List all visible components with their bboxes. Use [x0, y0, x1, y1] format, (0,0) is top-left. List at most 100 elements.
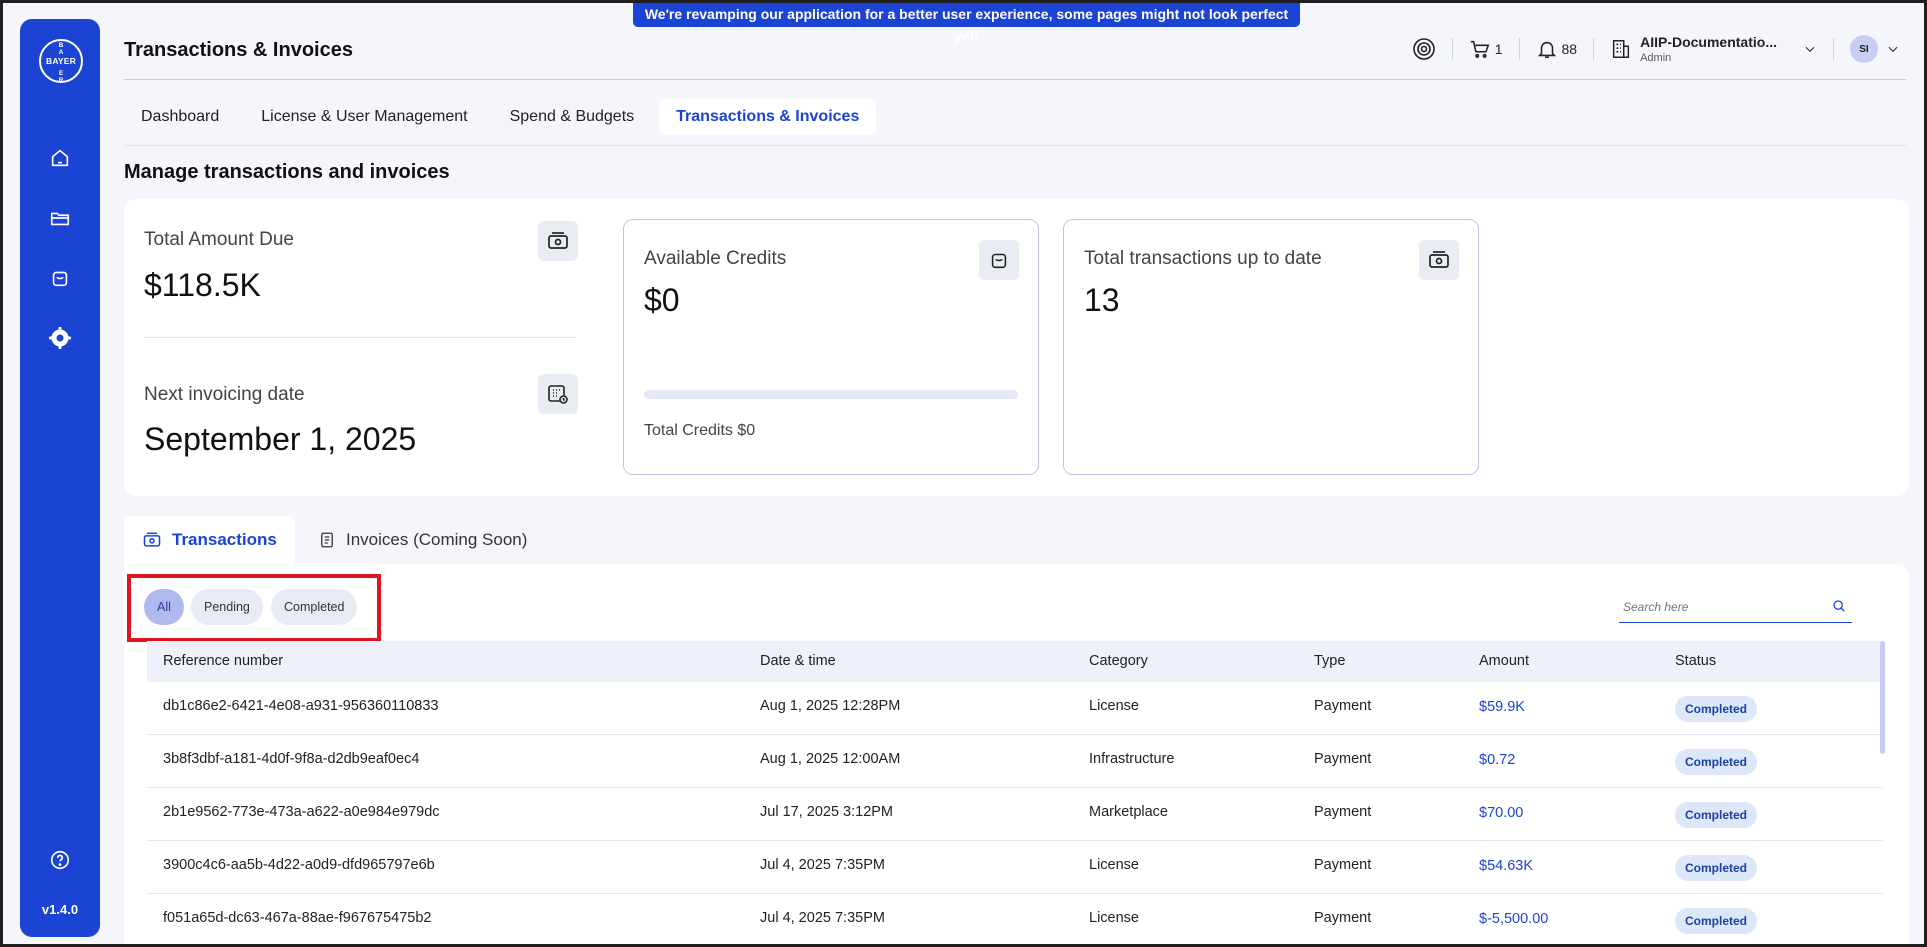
- tab-transactions-invoices[interactable]: Transactions & Invoices: [659, 99, 877, 135]
- tab-dashboard[interactable]: Dashboard: [124, 99, 236, 135]
- table-scrollbar[interactable]: [1880, 641, 1885, 754]
- cell-amount: $-5,500.00: [1479, 911, 1549, 927]
- cart-button[interactable]: 1: [1469, 38, 1503, 60]
- cell-category: License: [1089, 910, 1139, 926]
- cell-category: Infrastructure: [1089, 751, 1175, 767]
- cell-category: Marketplace: [1089, 804, 1168, 820]
- cell-amount: $59.9K: [1479, 699, 1525, 715]
- table-row[interactable]: db1c86e2-6421-4e08-a931-956360110833 Aug…: [147, 682, 1883, 735]
- table-header: Reference number Date & time Category Ty…: [147, 641, 1883, 682]
- subtab-transactions[interactable]: Transactions: [124, 516, 295, 564]
- status-badge: Completed: [1675, 855, 1758, 881]
- logo-letter: E: [58, 70, 64, 77]
- col-date[interactable]: Date & time: [760, 641, 836, 682]
- transactions-label: Total transactions up to date: [1084, 248, 1322, 269]
- support-button[interactable]: [1412, 37, 1436, 61]
- credits-label: Available Credits: [644, 248, 787, 269]
- sidebar-item-marketplace[interactable]: [47, 265, 73, 291]
- chevron-down-icon: [1888, 46, 1898, 53]
- table-row[interactable]: 2b1e9562-773e-473a-a622-a0e984e979dc Jul…: [147, 788, 1883, 841]
- header-divider-line: [124, 79, 1906, 80]
- bayer-logo[interactable]: BAYER B A E R: [39, 39, 83, 84]
- col-type[interactable]: Type: [1314, 641, 1345, 682]
- notifications-button[interactable]: 88: [1536, 38, 1578, 60]
- table-row[interactable]: 3900c4c6-aa5b-4d22-a0d9-dfd965797e6b Jul…: [147, 841, 1883, 894]
- table-row[interactable]: 3b8f3dbf-a181-4d0f-9f8a-d2db9eaf0ec4 Aug…: [147, 735, 1883, 788]
- subtab-invoices[interactable]: Invoices (Coming Soon): [300, 516, 545, 564]
- filter-all[interactable]: All: [144, 589, 184, 625]
- filter-completed[interactable]: Completed: [271, 589, 358, 625]
- header-divider: [1451, 38, 1453, 60]
- cell-amount: $54.63K: [1479, 858, 1534, 874]
- cell-type: Payment: [1314, 751, 1372, 767]
- bag-icon: [52, 271, 68, 287]
- wallet-icon: [991, 253, 1007, 269]
- header-divider: [1833, 38, 1834, 60]
- notifications-count: 88: [1561, 41, 1578, 57]
- cell-reference: 3900c4c6-aa5b-4d22-a0d9-dfd965797e6b: [163, 857, 435, 873]
- account-text: AIIP-Documentatio... Admin: [1640, 34, 1777, 64]
- tab-license-user-management[interactable]: License & User Management: [244, 99, 484, 135]
- cell-type: Payment: [1314, 857, 1372, 873]
- transactions-value: 13: [1084, 282, 1120, 318]
- filter-pending[interactable]: Pending: [191, 589, 263, 625]
- cart-icon: [1470, 40, 1490, 58]
- credits-progress-bar: [644, 390, 1018, 399]
- status-badge: Completed: [1675, 696, 1758, 722]
- app-window: We're revamping our application for a be…: [3, 3, 1924, 944]
- sidebar-help[interactable]: [47, 847, 73, 873]
- cell-type: Payment: [1314, 698, 1372, 714]
- col-amount[interactable]: Amount: [1479, 641, 1529, 682]
- header-actions: 1 88 AIIP-Documentatio... Admin SI: [1412, 29, 1900, 69]
- total-transactions-card: Total transactions up to date 13: [1063, 219, 1479, 475]
- building-icon: [1613, 40, 1630, 58]
- status-badge: Completed: [1675, 802, 1758, 828]
- logo-letter: [60, 63, 62, 70]
- cell-type: Payment: [1314, 804, 1372, 820]
- total-credits-text: Total Credits $0: [644, 422, 756, 439]
- status-badge: Completed: [1675, 749, 1758, 775]
- calendar-clock-icon: [548, 385, 568, 404]
- nav-divider: [124, 145, 1906, 146]
- lifebuoy-icon: [1412, 38, 1435, 60]
- cell-date: Aug 1, 2025 12:00AM: [760, 751, 901, 767]
- total-due-icon-box: [538, 221, 578, 261]
- sidebar-item-settings[interactable]: [47, 325, 73, 351]
- col-category[interactable]: Category: [1089, 641, 1148, 682]
- home-icon: [51, 149, 69, 167]
- credits-icon-box: [979, 240, 1019, 280]
- logo-letter: A: [58, 49, 64, 56]
- next-invoice-value: September 1, 2025: [144, 421, 417, 457]
- help-icon: [50, 850, 70, 870]
- status-badge: Completed: [1675, 908, 1758, 934]
- credits-value: $0: [644, 282, 680, 318]
- tab-spend-budgets[interactable]: Spend & Budgets: [493, 99, 652, 135]
- cell-type: Payment: [1314, 910, 1372, 926]
- next-invoice-label: Next invoicing date: [144, 384, 305, 405]
- col-reference[interactable]: Reference number: [163, 641, 283, 682]
- nav-tabs: Dashboard License & User Management Spen…: [124, 99, 884, 135]
- avatar: SI: [1850, 35, 1878, 63]
- cell-date: Aug 1, 2025 12:28PM: [760, 698, 901, 714]
- col-status[interactable]: Status: [1675, 641, 1716, 682]
- next-invoice-icon-box: [538, 374, 578, 414]
- search-input[interactable]: [1619, 593, 1819, 621]
- header-divider: [1518, 38, 1520, 60]
- sidebar-item-home[interactable]: [47, 145, 73, 171]
- table-row[interactable]: f051a65d-dc63-467a-88ae-f967675475b2 Jul…: [147, 894, 1883, 944]
- summary-panel: Total Amount Due $118.5K Next invoicing …: [124, 199, 1909, 496]
- search-icon: [1833, 600, 1845, 612]
- cell-reference: 2b1e9562-773e-473a-a622-a0e984e979dc: [163, 804, 440, 820]
- cell-date: Jul 4, 2025 7:35PM: [760, 910, 885, 926]
- account-role: Admin: [1640, 52, 1672, 64]
- available-credits-card: Available Credits $0 Total Credits $0: [623, 219, 1039, 475]
- subtab-transactions-label: Transactions: [172, 530, 277, 549]
- account-switcher[interactable]: AIIP-Documentatio... Admin: [1610, 34, 1817, 64]
- sidebar-item-projects[interactable]: [47, 205, 73, 231]
- cell-date: Jul 17, 2025 3:12PM: [760, 804, 894, 820]
- cell-reference: db1c86e2-6421-4e08-a931-956360110833: [163, 698, 439, 714]
- cell-category: License: [1089, 857, 1139, 873]
- user-menu[interactable]: SI: [1850, 35, 1900, 63]
- app-version: v1.4.0: [41, 902, 79, 917]
- subtab-invoices-label: Invoices (Coming Soon): [346, 530, 528, 549]
